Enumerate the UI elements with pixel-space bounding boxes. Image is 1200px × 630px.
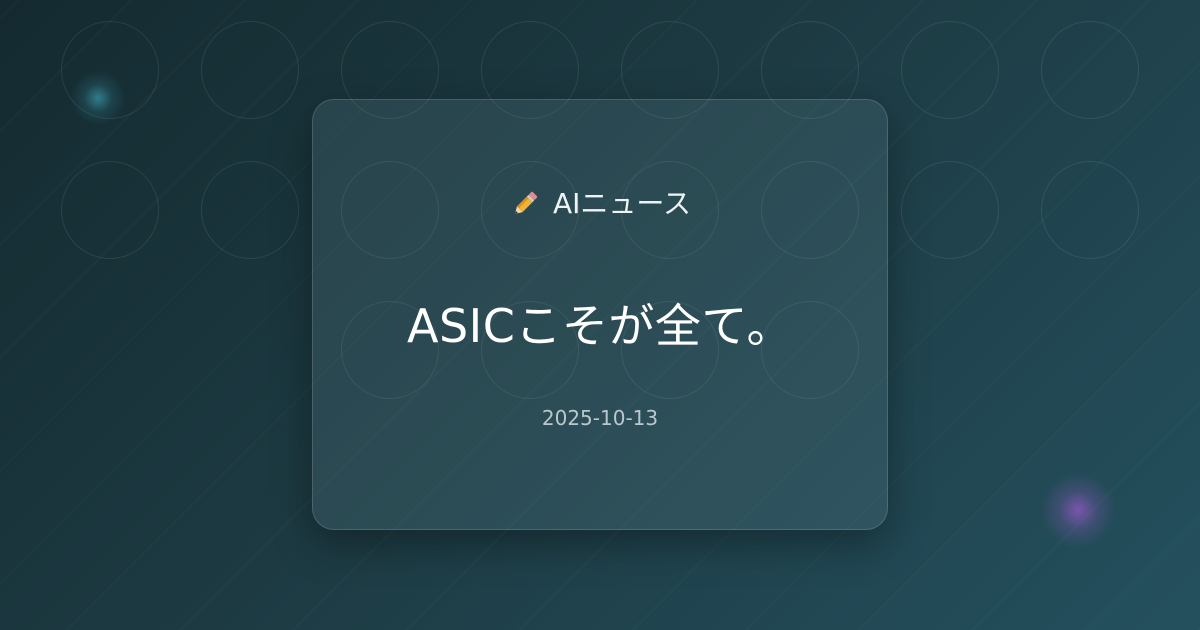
category-label: AIニュース — [0, 186, 1200, 222]
decorative-ring — [61, 21, 159, 119]
og-image-canvas: AIニュース ASICこそが全て。 2025-10-13 — [0, 0, 1200, 630]
category-text: AIニュース — [552, 187, 691, 220]
teal-glow-dot — [70, 70, 126, 126]
decorative-ring — [901, 21, 999, 119]
post-title: ASICこそが全て。 — [407, 299, 793, 353]
decorative-ring — [1041, 21, 1139, 119]
decorative-ring — [201, 21, 299, 119]
post-date: 2025-10-13 — [541, 406, 659, 430]
pencil-icon — [509, 188, 541, 220]
purple-glow-dot — [1040, 472, 1116, 548]
